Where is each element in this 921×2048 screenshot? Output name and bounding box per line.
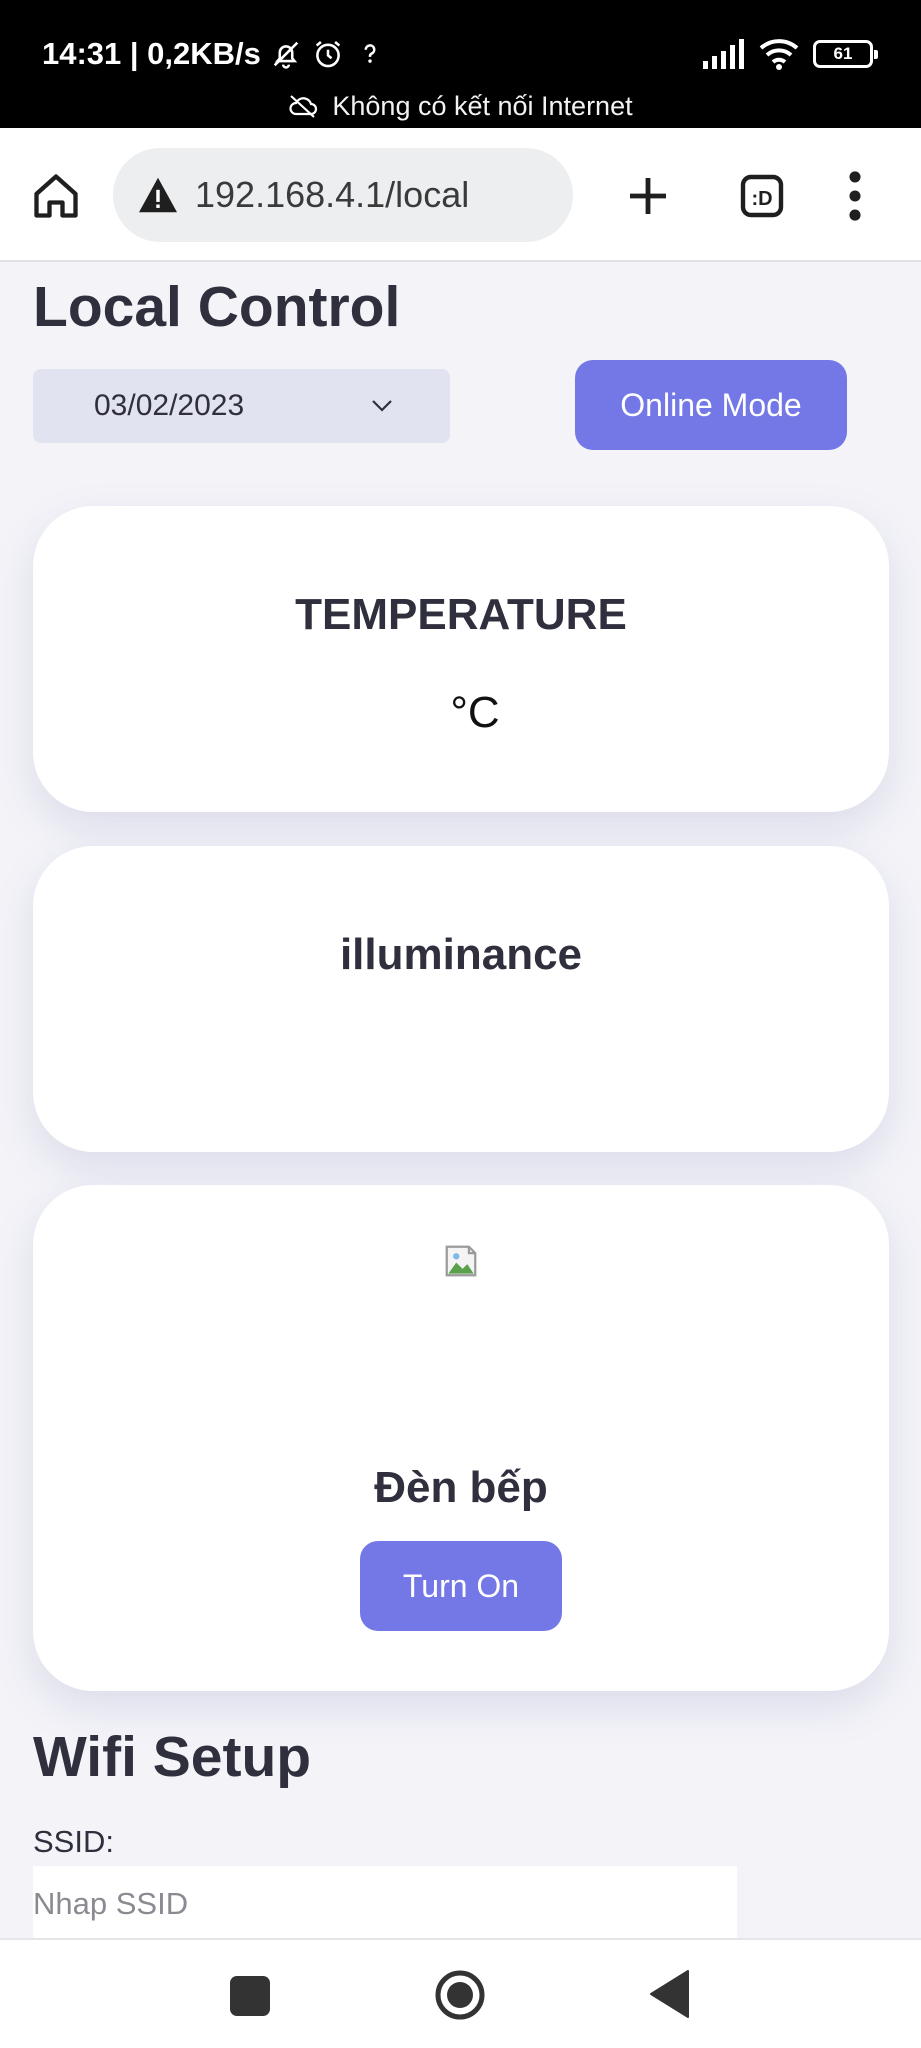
wifi-setup-title: Wifi Setup xyxy=(33,1725,312,1789)
home-icon[interactable] xyxy=(30,170,82,222)
status-bar: 14:31 | 0,2KB/s 61 Không có kết nối Inte… xyxy=(0,0,921,128)
lamp-title: Đèn bếp xyxy=(374,1463,548,1512)
recent-apps-icon[interactable] xyxy=(230,1976,270,2016)
status-right: 61 xyxy=(703,36,878,72)
date-select-value[interactable]: 03/02/2023 xyxy=(94,389,244,423)
lamp-card: Đèn bếp Turn On xyxy=(33,1185,889,1691)
status-left: 14:31 | 0,2KB/s xyxy=(42,34,387,74)
wifi-icon xyxy=(759,39,799,70)
chevron-down-icon[interactable] xyxy=(370,396,394,416)
battery-level: 61 xyxy=(833,44,853,63)
url-bar[interactable]: 192.168.4.1/local xyxy=(113,148,573,242)
menu-icon[interactable] xyxy=(840,170,870,222)
tab-switcher-label: :D xyxy=(751,188,772,210)
broken-image-icon xyxy=(445,1245,477,1277)
back-icon[interactable] xyxy=(648,1968,690,2020)
illuminance-title: illuminance xyxy=(339,930,583,979)
page-title: Local Control xyxy=(33,275,401,339)
cloud-off-icon xyxy=(289,95,318,118)
plus-icon[interactable] xyxy=(624,172,672,220)
temperature-unit: °C xyxy=(450,688,500,737)
ssid-label: SSID: xyxy=(33,1824,114,1859)
ssid-input[interactable] xyxy=(33,1866,737,1938)
status-time-speed: 14:31 | 0,2KB/s xyxy=(42,36,261,71)
unknown-network-icon xyxy=(364,44,376,63)
page-content: Local Control 03/02/2023 Online Mode TEM… xyxy=(0,264,921,1938)
no-internet-notice: Không có kết nối Internet xyxy=(0,86,921,126)
alarm-icon xyxy=(315,40,341,68)
date-select[interactable]: 03/02/2023 xyxy=(33,369,450,443)
signal-icon xyxy=(703,39,744,69)
url-text[interactable]: 192.168.4.1/local xyxy=(195,174,469,216)
illuminance-card: illuminance xyxy=(33,846,889,1152)
battery-icon: 61 xyxy=(813,40,878,68)
warning-icon[interactable] xyxy=(137,176,179,214)
no-internet-text: Không có kết nối Internet xyxy=(332,90,633,121)
temperature-card: TEMPERATURE °C xyxy=(33,506,889,812)
tabs-icon[interactable]: :D xyxy=(738,172,786,220)
online-mode-button[interactable]: Online Mode xyxy=(575,360,847,450)
browser-toolbar: 192.168.4.1/local :D xyxy=(0,128,921,262)
turn-on-button[interactable]: Turn On xyxy=(360,1541,562,1631)
system-nav-bar xyxy=(0,1938,921,2048)
temperature-title: TEMPERATURE xyxy=(295,590,627,639)
mute-icon xyxy=(273,41,299,69)
nav-home-icon[interactable] xyxy=(434,1969,486,2021)
